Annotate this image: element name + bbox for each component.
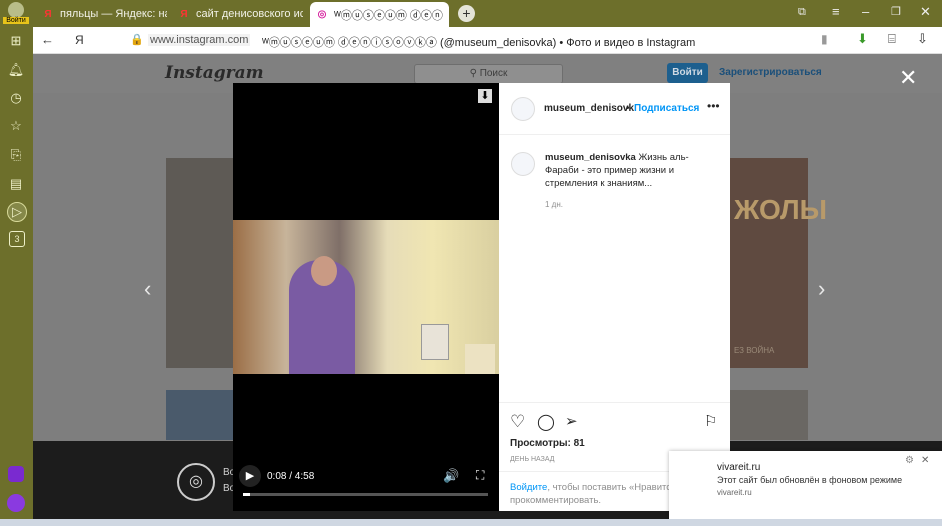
post-panel: museum_denisovk • Подписаться ••• museum… [499, 83, 730, 511]
like-icon[interactable]: ♡ [510, 412, 525, 432]
caption-avatar[interactable] [511, 152, 535, 176]
page-title[interactable]: ᵂⓜⓤⓢⓔⓤⓜ ⓓⓔⓝⓘⓢⓞⓥⓚⓐ (@museum_denisovka) • … [262, 34, 695, 50]
close-icon[interactable]: ✕ [899, 65, 917, 91]
background-post-right-2 [730, 390, 808, 440]
notification-site: vivareit.ru [717, 462, 761, 473]
alice-mini-icon[interactable] [8, 466, 24, 482]
play-button[interactable]: ▶ [239, 465, 261, 487]
login-link[interactable]: Войдите [510, 482, 547, 493]
taskbar [0, 519, 942, 526]
window-close-icon[interactable]: ✕ [920, 4, 931, 20]
video-time: 0:08 / 4:58 [267, 471, 315, 482]
person-head [311, 256, 337, 286]
views-count[interactable]: Просмотры: 81 [510, 438, 585, 449]
browser-sidebar: Войти ⊞ 🔔︎ ◷ ☆ ⎘ ▤ ▷ 3 [0, 0, 33, 526]
site-notification[interactable]: vivareit.ru Этот сайт был обновлён в фон… [669, 451, 942, 526]
share-icon[interactable]: ➢ [565, 412, 578, 430]
collections-icon[interactable]: ⎘ [7, 146, 25, 164]
poster-subtitle: ЕЗ ВОЙНА [734, 346, 775, 355]
video-frame [233, 220, 499, 374]
back-arrow-icon[interactable]: ← [41, 32, 54, 47]
background-post-right: ЖОЛЫ ЕЗ ВОЙНА [730, 158, 827, 368]
notifications-bell-icon[interactable]: 🔔︎ [7, 61, 25, 79]
restore-icon[interactable]: ❐ [891, 5, 901, 18]
volume-icon[interactable]: 🔊 [443, 468, 459, 484]
avatar[interactable] [511, 97, 535, 121]
post-age: ДЕНЬ НАЗАД [510, 456, 555, 463]
minimize-icon[interactable]: – [862, 4, 869, 19]
new-tab-button[interactable]: + [458, 5, 475, 22]
profile-avatar-icon[interactable] [8, 2, 24, 18]
extensions-icon[interactable]: ⇩ [917, 31, 928, 47]
search-icon: ⚲ [469, 68, 477, 79]
tab-yandex[interactable]: Япяльцы — Яндекс: нашлось [36, 3, 167, 25]
notification-domain: vivareit.ru [717, 488, 752, 497]
video-progress-fill [243, 493, 250, 496]
yandex-icon: Я [180, 8, 188, 20]
notes-icon[interactable]: ▤ [7, 175, 25, 193]
notification-close-icon[interactable]: ✕ [921, 455, 929, 466]
bookmark-icon[interactable]: ▮ [821, 32, 828, 46]
caption: museum_denisovka Жизнь аль-Фараби - это … [545, 151, 715, 190]
caption-username[interactable]: museum_denisovka [545, 152, 636, 163]
separator-dot: • [626, 103, 630, 114]
yandex-icon: Я [44, 8, 52, 20]
video-progress-track[interactable] [243, 493, 488, 496]
video-play-icon[interactable]: ▷ [7, 202, 27, 222]
comment-icon[interactable]: ◯ [537, 412, 555, 432]
portrait-image-2 [465, 344, 495, 374]
post-header: museum_denisovk • Подписаться ••• [499, 83, 730, 135]
address-bar: ← Я 🔒 www.instagram.com ᵂⓜⓤⓢⓔⓤⓜ ⓓⓔⓝⓘⓢⓞⓥⓚ… [33, 27, 942, 54]
background-post-left [166, 158, 233, 368]
yandex-logo-icon[interactable]: Я [75, 33, 84, 47]
instagram-banner-icon: ◎ [177, 463, 215, 501]
search-placeholder: Поиск [479, 68, 508, 79]
prev-arrow-icon[interactable]: ‹ [144, 276, 151, 302]
alice-icon[interactable] [7, 494, 25, 512]
video-player[interactable]: ⬇ ▶ 0:08 / 4:58 🔊 ⛶ [233, 83, 499, 511]
tab-bar: Япяльцы — Яндекс: нашлось Ясайт денисовс… [0, 0, 942, 27]
save-icon[interactable]: ⚐ [704, 412, 717, 430]
download-icon[interactable]: ⬇ [478, 89, 492, 103]
translate-icon[interactable]: ⌸ [888, 31, 896, 47]
tabs-icon[interactable]: ⧉ [798, 6, 806, 19]
lock-icon[interactable]: 🔒 [130, 33, 144, 46]
tab-instagram[interactable]: ◎ ᵂⓜⓤⓢⓔⓤⓜ ⓓⓔⓝ [310, 2, 449, 27]
follow-button[interactable]: Подписаться [634, 103, 699, 114]
background-post-left-2 [166, 390, 233, 440]
login-button[interactable]: Войти [667, 63, 708, 83]
favorites-star-icon[interactable]: ☆ [7, 117, 25, 135]
instagram-icon: ◎ [317, 9, 327, 20]
tab-museum-site[interactable]: Ясайт денисовского истори [172, 3, 303, 25]
notification-message: Этот сайт был обновлён в фоновом режиме [717, 475, 903, 485]
settings-gear-icon[interactable]: ⚙ [905, 455, 914, 466]
more-options-icon[interactable]: ••• [707, 99, 720, 113]
url-domain[interactable]: www.instagram.com [148, 34, 251, 46]
search-input[interactable]: ⚲ Поиск [414, 64, 563, 84]
portrait-image [421, 324, 449, 360]
profile-login-label[interactable]: Войти [3, 17, 29, 24]
signup-link[interactable]: Зарегистрироваться [719, 67, 822, 78]
caption-age: 1 дн. [545, 200, 563, 209]
next-arrow-icon[interactable]: › [818, 276, 825, 302]
fullscreen-icon[interactable]: ⛶ [476, 468, 484, 483]
instagram-logo[interactable]: Instagram [165, 63, 264, 83]
post-username[interactable]: museum_denisovk [544, 103, 634, 114]
menu-icon[interactable]: ≡ [832, 4, 840, 19]
poster-title: ЖОЛЫ [734, 194, 828, 225]
sidebar-badge-icon[interactable]: 3 [9, 231, 25, 247]
apps-grid-icon[interactable]: ⊞ [7, 32, 25, 50]
history-clock-icon[interactable]: ◷ [7, 89, 25, 107]
download-arrow-icon[interactable]: ⬇ [857, 31, 868, 47]
